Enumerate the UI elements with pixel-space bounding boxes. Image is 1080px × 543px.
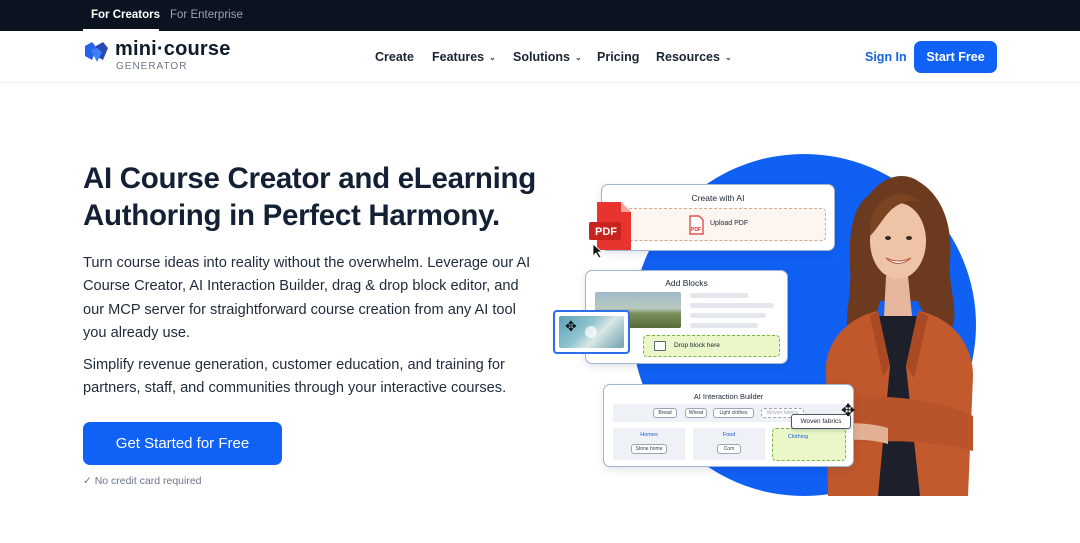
hero-title: AI Course Creator and eLearning Authorin… <box>83 160 553 234</box>
hero-title-line1: AI Course Creator and eLearning <box>83 162 536 195</box>
hero-subdescription: Simplify revenue generation, customer ed… <box>83 357 507 397</box>
chevron-down-icon: ⌄ <box>489 53 496 62</box>
nav-solutions[interactable]: Solutions ⌄ <box>513 50 582 64</box>
text-line-placeholder <box>690 303 774 308</box>
text-line-placeholder <box>690 293 748 298</box>
block-icon <box>654 341 666 351</box>
nav-pricing[interactable]: Pricing <box>597 50 639 64</box>
nav-features-label: Features <box>432 50 485 64</box>
chip-wheat[interactable]: Wheat <box>685 408 707 418</box>
nav-solutions-label: Solutions <box>513 50 570 64</box>
logo-subtitle: GENERATOR <box>116 61 188 72</box>
drop-block-zone[interactable]: Drop block here <box>643 335 780 357</box>
category-homes-label: Homes <box>640 432 658 438</box>
get-started-button[interactable]: Get Started for Free <box>83 422 282 465</box>
ai-interaction-builder-title: AI Interaction Builder <box>693 392 764 401</box>
nav-resources[interactable]: Resources ⌄ <box>656 50 732 64</box>
chevron-down-icon: ⌄ <box>724 53 732 62</box>
chevron-down-icon: ⌄ <box>574 53 582 62</box>
audience-switcher-bar: For Creators For Enterprise <box>0 0 1080 31</box>
upload-pdf-dropzone[interactable]: PDF Upload PDF <box>610 208 826 241</box>
dragged-video-block[interactable]: ✥ <box>553 310 630 354</box>
logo-icon <box>85 42 108 62</box>
category-homes: Homes Stone home <box>613 428 685 460</box>
nav-resources-label: Resources <box>656 50 720 64</box>
move-cursor-icon: ✥ <box>565 318 577 334</box>
nav-create-label: Create <box>375 50 414 64</box>
drop-block-label: Drop block here <box>674 342 720 349</box>
chip-light-clothes[interactable]: Light clothes <box>713 408 754 418</box>
create-with-ai-title: Create with AI <box>691 193 745 203</box>
hero-title-line2: Authoring in Perfect Harmony. <box>83 199 500 232</box>
pdf-icon-text: PDF <box>691 227 701 233</box>
no-credit-card-note: ✓ No credit card required <box>83 475 202 487</box>
play-icon <box>585 326 597 338</box>
nav-features[interactable]: Features ⌄ <box>432 50 496 64</box>
create-with-ai-card: Create with AI PDF Upload PDF <box>601 184 835 251</box>
text-line-placeholder <box>690 323 758 328</box>
pdf-document-icon: PDF <box>589 202 631 258</box>
text-line-placeholder <box>690 313 766 318</box>
nav-create[interactable]: Create <box>375 50 414 64</box>
main-navigation: mini·course GENERATOR Create Features ⌄ S… <box>0 31 1080 83</box>
pdf-badge-text: PDF <box>595 226 617 238</box>
logo-wordmark: mini·course <box>115 38 231 60</box>
nav-pricing-label: Pricing <box>597 50 640 64</box>
chip-stone-home[interactable]: Stone home <box>631 444 667 454</box>
pdf-file-icon: PDF <box>689 215 704 235</box>
chip-corn[interactable]: Corn <box>717 444 741 454</box>
category-clothing-label: Clothing <box>787 434 809 440</box>
category-clothing-dropzone[interactable]: Clothing <box>772 428 846 461</box>
start-free-button[interactable]: Start Free <box>914 41 997 73</box>
sign-in-link[interactable]: Sign In <box>865 50 907 64</box>
hero-description: Turn course ideas into reality without t… <box>83 255 531 341</box>
upload-pdf-label: Upload PDF <box>710 220 749 227</box>
add-blocks-title: Add Blocks <box>665 278 708 288</box>
tab-for-creators[interactable]: For Creators <box>91 9 160 21</box>
chip-bread[interactable]: Bread <box>653 408 677 418</box>
category-food: Food Corn <box>693 428 765 460</box>
tab-for-enterprise[interactable]: For Enterprise <box>170 9 243 21</box>
move-cursor-icon: ✥ <box>841 401 856 420</box>
category-food-label: Food <box>722 432 736 438</box>
